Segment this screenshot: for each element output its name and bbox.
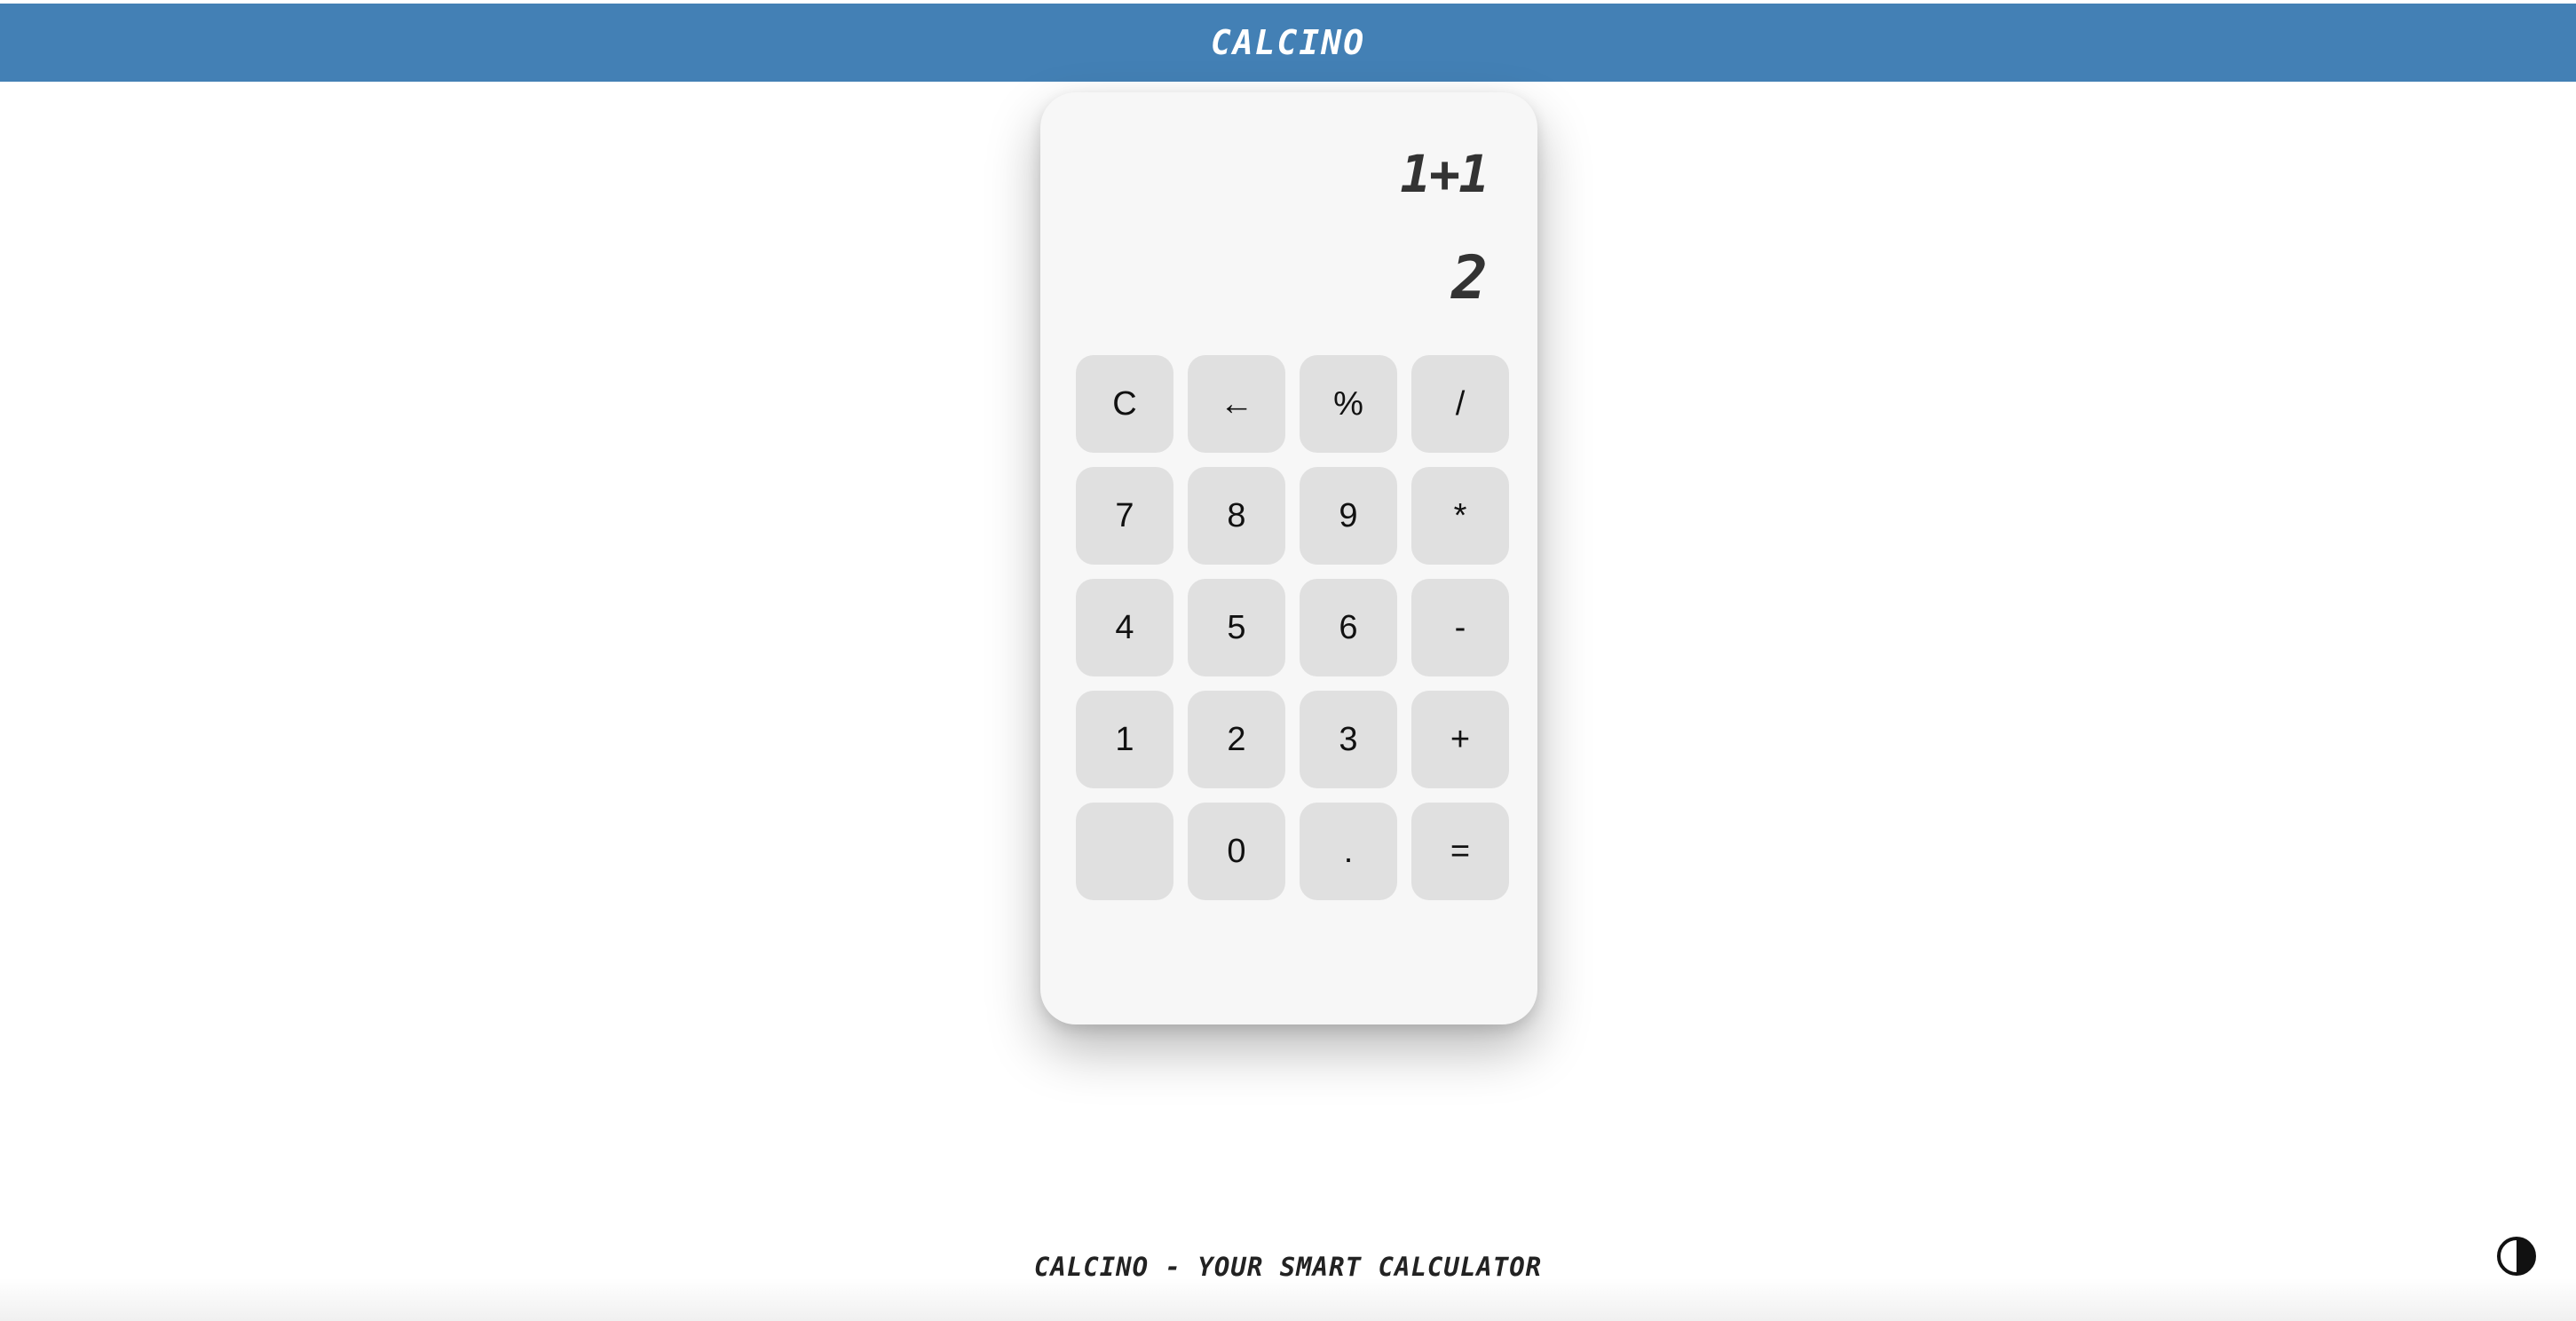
half-circle-contrast-icon (2497, 1237, 2536, 1276)
subtract-button[interactable]: - (1411, 579, 1509, 676)
digit-2-button[interactable]: 2 (1188, 691, 1285, 788)
bottom-shade (0, 1278, 2576, 1321)
digit-5-button[interactable]: 5 (1188, 579, 1285, 676)
divide-button[interactable]: / (1411, 355, 1509, 453)
app-title: CALCINO (1210, 23, 1366, 62)
equals-button[interactable]: = (1411, 803, 1509, 900)
digit-8-button[interactable]: 8 (1188, 467, 1285, 565)
result-display: 2 (1451, 243, 1488, 313)
percent-button[interactable]: % (1300, 355, 1397, 453)
digit-0-button[interactable]: 0 (1188, 803, 1285, 900)
clear-button[interactable]: C (1076, 355, 1173, 453)
expression-display: 1+1 (1400, 144, 1489, 204)
digit-4-button[interactable]: 4 (1076, 579, 1173, 676)
decimal-button[interactable]: . (1300, 803, 1397, 900)
digit-1-button[interactable]: 1 (1076, 691, 1173, 788)
calculator-panel: 1+1 2 C ← % / 7 8 9 * 4 5 6 - 1 2 3 + 0 … (1040, 92, 1537, 1024)
digit-9-button[interactable]: 9 (1300, 467, 1397, 565)
digit-7-button[interactable]: 7 (1076, 467, 1173, 565)
footer-tagline: CALCINO - YOUR SMART CALCULATOR (1033, 1252, 1543, 1282)
app-header: CALCINO (0, 4, 2576, 82)
backspace-button[interactable]: ← (1188, 355, 1285, 453)
digit-3-button[interactable]: 3 (1300, 691, 1397, 788)
blank-button[interactable] (1076, 803, 1173, 900)
app-root: CALCINO 1+1 2 C ← % / 7 8 9 * 4 5 6 - 1 … (0, 0, 2576, 1321)
theme-toggle-button[interactable] (2496, 1236, 2537, 1277)
multiply-button[interactable]: * (1411, 467, 1509, 565)
digit-6-button[interactable]: 6 (1300, 579, 1397, 676)
add-button[interactable]: + (1411, 691, 1509, 788)
keypad: C ← % / 7 8 9 * 4 5 6 - 1 2 3 + 0 . = (1076, 355, 1509, 900)
